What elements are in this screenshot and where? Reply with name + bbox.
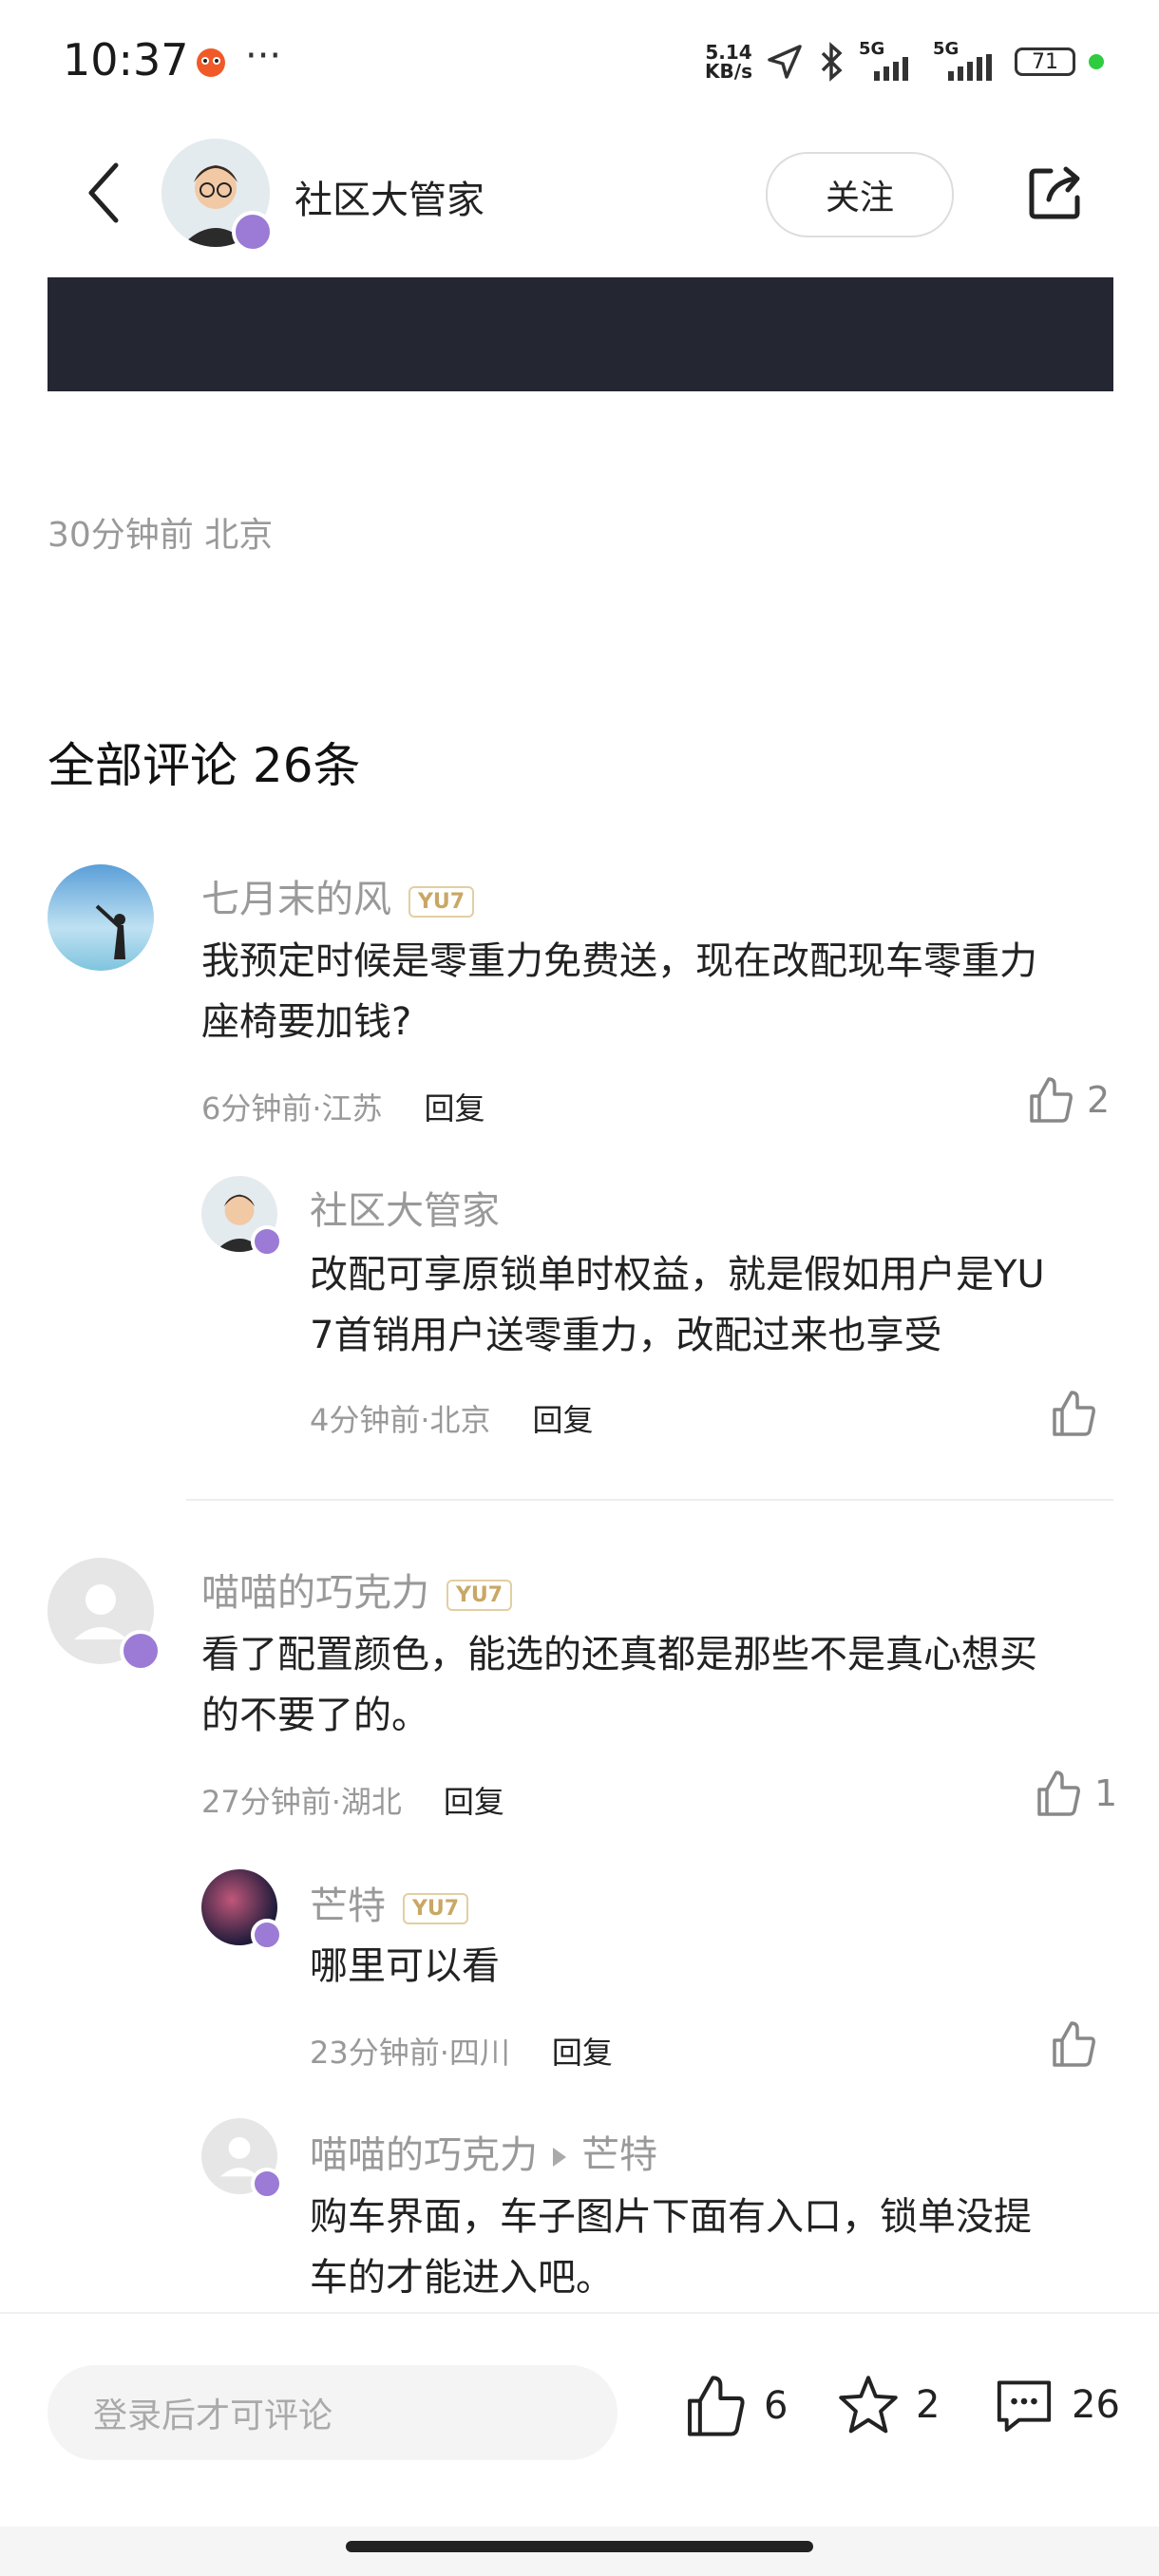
comment-meta: 6分钟前·江苏 回复 — [201, 1090, 485, 1127]
back-icon[interactable] — [84, 160, 122, 226]
reply-meta: 4分钟前·北京 回复 — [310, 1402, 594, 1438]
thumbs-up-icon[interactable] — [1049, 1389, 1098, 1438]
bluetooth-icon — [821, 42, 843, 82]
status-icons: 5.14 KB/s 5G 5G 71 — [705, 38, 1104, 85]
comment-input[interactable]: 登录后才可评论 — [48, 2365, 618, 2460]
car-owner-tag: YU7 — [403, 1892, 469, 1924]
reply-user-name[interactable]: 喵喵的巧克力 芒特 — [310, 2124, 657, 2179]
comment-text: 我预定时候是零重力免费送，现在改配现车零重力 座椅要加钱? — [201, 939, 1037, 1044]
location-icon — [768, 45, 802, 79]
author-name[interactable]: 社区大管家 — [294, 169, 484, 224]
verified-badge-icon — [251, 1225, 283, 1258]
commenter-name[interactable]: 喵喵的巧克力 YU7 — [201, 1562, 513, 1617]
reply-to-arrow-icon — [553, 2148, 566, 2167]
verified-badge-icon — [232, 211, 274, 253]
reply-user-name[interactable]: 社区大管家 — [310, 1180, 500, 1235]
reply-target-name[interactable]: 芒特 — [581, 2133, 657, 2177]
reply-button[interactable]: 回复 — [533, 1402, 594, 1438]
comment-meta: 27分钟前·湖北 回复 — [201, 1784, 504, 1820]
reply-button[interactable]: 回复 — [444, 1784, 504, 1820]
more-notifications-icon: ··· — [245, 34, 282, 78]
post-media-strip — [48, 277, 1113, 391]
car-owner-tag: YU7 — [446, 1579, 513, 1611]
comments-title: 全部评论 26条 — [48, 738, 361, 793]
star-icon — [839, 2376, 898, 2434]
reply-text: 哪里可以看 — [310, 1944, 500, 1988]
comment-like-button[interactable]: 2 — [1026, 1075, 1110, 1125]
signal-1-icon: 5G — [859, 39, 920, 81]
favorite-button[interactable]: 2 — [836, 2373, 940, 2437]
comment-button[interactable]: 26 — [992, 2373, 1120, 2437]
comment-text: 看了配置颜色，能选的还真都是那些不是真心想买 的不要了的。 — [201, 1633, 1037, 1737]
home-indicator[interactable] — [346, 2541, 813, 2552]
thumbs-up-icon — [1037, 1771, 1080, 1816]
signal-2-icon: 5G — [933, 39, 1001, 81]
verified-badge-icon — [251, 1919, 283, 1951]
reply-user-name[interactable]: 芒特 YU7 — [310, 1875, 469, 1930]
reply-text: 购车界面，车子图片下面有入口，锁单没提 车的才能进入吧。 — [310, 2195, 1032, 2300]
battery-icon: 71 — [1015, 47, 1075, 76]
share-icon[interactable] — [1026, 161, 1087, 222]
reply-button[interactable]: 回复 — [552, 2035, 613, 2071]
like-button[interactable]: 6 — [682, 2373, 788, 2439]
comment-like-button[interactable]: 1 — [1034, 1769, 1117, 1818]
thumbs-up-icon — [1030, 1077, 1073, 1123]
comment-divider — [186, 1499, 1113, 1501]
car-owner-tag: YU7 — [408, 885, 475, 918]
post-meta: 30分钟前 北京 — [48, 516, 274, 555]
net-speed: 5.14 KB/s — [705, 41, 752, 83]
commenter-name[interactable]: 七月末的风 YU7 — [201, 868, 475, 923]
reply-button[interactable]: 回复 — [425, 1090, 485, 1127]
comment-bubble-icon — [997, 2380, 1052, 2433]
reply-text: 改配可享原锁单时权益，就是假如用户是YU 7首销用户送零重力，改配过来也享受 — [310, 1253, 1045, 1357]
reply-meta: 23分钟前·四川 回复 — [310, 2035, 613, 2071]
app-notification-icon — [197, 48, 225, 77]
commenter-avatar[interactable] — [48, 864, 154, 971]
thumbs-up-icon — [688, 2376, 745, 2436]
follow-button[interactable]: 关注 — [766, 152, 954, 237]
bottom-bar-divider — [0, 2312, 1159, 2314]
active-indicator — [1089, 54, 1104, 69]
thumbs-up-icon[interactable] — [1049, 2019, 1098, 2069]
verified-badge-icon — [251, 2168, 283, 2200]
verified-badge-icon — [120, 1630, 162, 1672]
status-time: 10:37 — [63, 34, 189, 85]
